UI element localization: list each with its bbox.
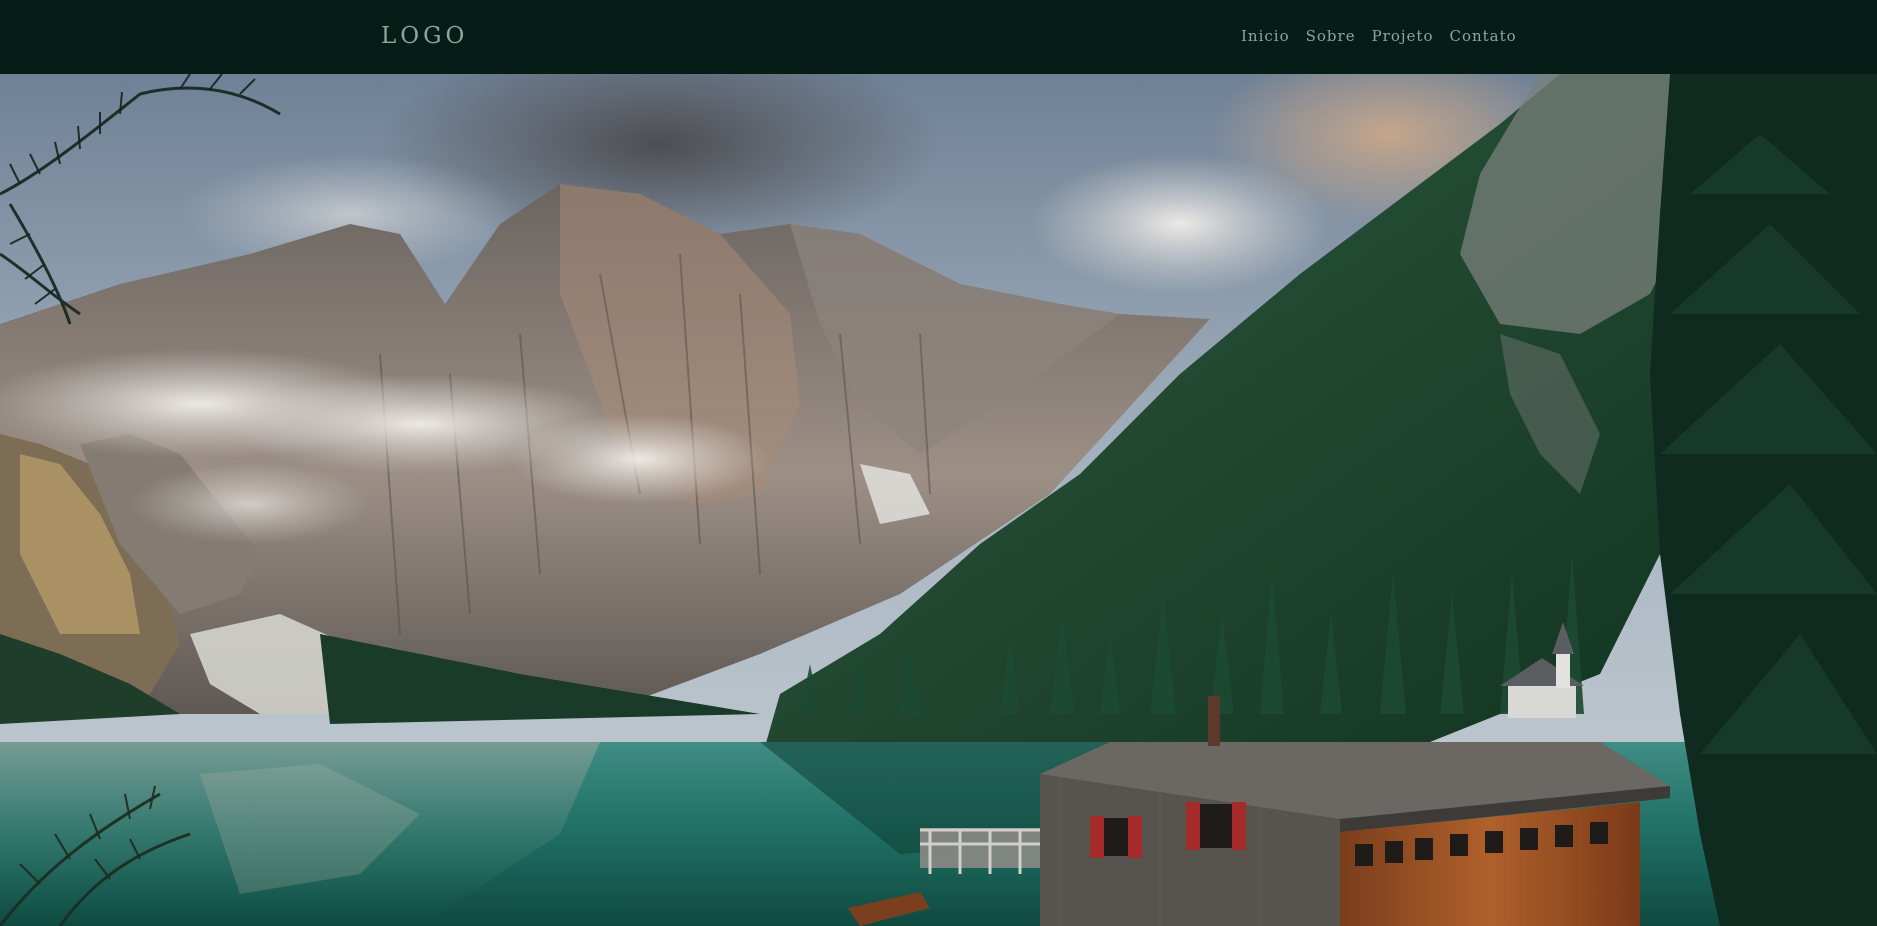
- nav-link-inicio[interactable]: Inicio: [1241, 25, 1290, 47]
- site-header: LOGO Inicio Sobre Projeto Contato: [0, 0, 1877, 75]
- site-logo[interactable]: LOGO: [381, 21, 468, 51]
- nav-link-contato[interactable]: Contato: [1449, 25, 1516, 47]
- nav-link-projeto[interactable]: Projeto: [1372, 25, 1434, 47]
- main-nav: Inicio Sobre Projeto Contato: [1241, 25, 1517, 47]
- hero-image: [0, 74, 1877, 926]
- landscape-illustration: [0, 74, 1877, 926]
- nav-link-sobre[interactable]: Sobre: [1306, 25, 1356, 47]
